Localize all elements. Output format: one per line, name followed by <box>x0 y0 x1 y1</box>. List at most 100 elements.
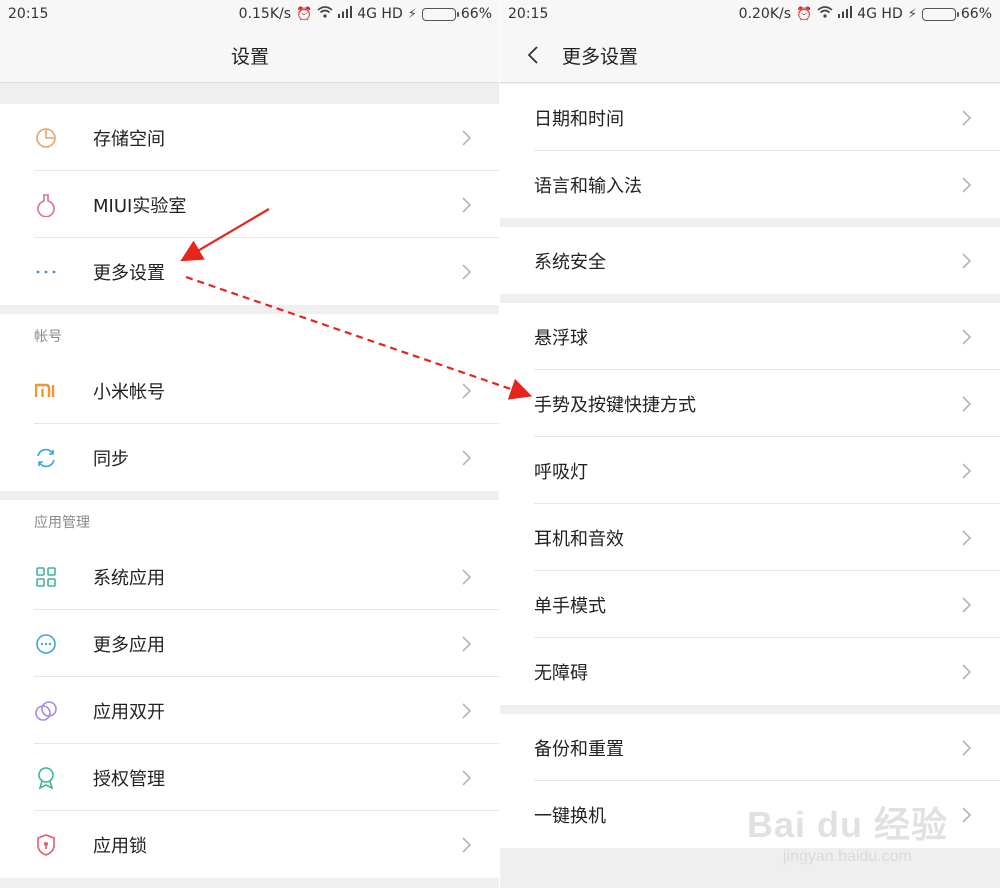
alarm-icon: ⏰ <box>296 6 313 22</box>
more-settings-item-label: 悬浮球 <box>534 327 588 349</box>
settings-item-system-apps[interactable]: 系统应用 <box>0 543 500 610</box>
battery-icon <box>921 7 959 21</box>
more-settings-item[interactable]: 单手模式 <box>500 571 1000 638</box>
chevron-right-icon <box>456 700 478 722</box>
status-time: 20:15 <box>8 6 49 22</box>
baidu-jingyan-watermark: Bai du 经验 jingyan.baidu.com <box>746 804 948 865</box>
settings-item-dual-apps[interactable]: 应用双开 <box>0 677 500 744</box>
page-title: 设置 <box>0 28 500 83</box>
settings-group-apps: 系统应用 更多应用 应用双开 授权管理 应用锁 <box>0 543 500 878</box>
charging-icon: ⚡ <box>407 6 417 22</box>
chevron-right-icon <box>956 804 978 826</box>
settings-item-label: 同步 <box>93 448 129 470</box>
more-settings-item[interactable]: 语言和输入法 <box>500 151 1000 218</box>
settings-group-device: 存储空间 MIUI实验室 更多设置 <box>0 104 500 305</box>
settings-item-label: 应用锁 <box>93 835 147 857</box>
network-speed: 0.20K/s <box>738 6 792 22</box>
signal-icon <box>838 6 853 22</box>
more-settings-item[interactable]: 日期和时间 <box>500 84 1000 151</box>
more-settings-item[interactable]: 系统安全 <box>500 227 1000 294</box>
settings-item-label: MIUI实验室 <box>93 195 187 217</box>
more-settings-item-label: 系统安全 <box>534 251 606 273</box>
settings-item-storage[interactable]: 存储空间 <box>0 104 500 171</box>
more-settings-group: 日期和时间语言和输入法 <box>500 84 1000 218</box>
more-settings-item[interactable]: 呼吸灯 <box>500 437 1000 504</box>
more-settings-item[interactable]: 悬浮球 <box>500 303 1000 370</box>
settings-item-label: 小米帐号 <box>93 381 165 403</box>
more-apps-icon <box>34 632 58 656</box>
chevron-right-icon <box>456 834 478 856</box>
settings-item-mi-account[interactable]: 小米帐号 <box>0 357 500 424</box>
wifi-icon <box>817 6 833 22</box>
settings-item-label: 更多应用 <box>93 634 165 656</box>
chevron-right-icon <box>456 194 478 216</box>
more-settings-item-label: 手势及按键快捷方式 <box>534 394 696 416</box>
status-time: 20:15 <box>508 6 549 22</box>
more-settings-item-label: 耳机和音效 <box>534 528 624 550</box>
chevron-right-icon <box>456 767 478 789</box>
settings-item-miui-lab[interactable]: MIUI实验室 <box>0 171 500 238</box>
network-type: 4G HD <box>857 6 903 22</box>
more-dots-icon <box>34 260 58 284</box>
chevron-right-icon <box>956 460 978 482</box>
more-settings-item[interactable]: 耳机和音效 <box>500 504 1000 571</box>
chevron-right-icon <box>456 127 478 149</box>
charging-icon: ⚡ <box>907 6 917 22</box>
title-bar: 更多设置 <box>500 28 1000 83</box>
lab-flask-icon <box>34 193 58 217</box>
settings-screen: 20:15 0.15K/s ⏰ 4G HD ⚡ 66% 设置 存储空间 MIUI… <box>0 0 500 888</box>
battery-percent: 66% <box>960 6 992 22</box>
settings-list: 存储空间 MIUI实验室 更多设置 帐号 小米帐号 同步 应用管理 系统应用 更… <box>0 104 500 878</box>
signal-icon <box>338 6 353 22</box>
settings-item-permissions[interactable]: 授权管理 <box>0 744 500 811</box>
chevron-right-icon <box>456 380 478 402</box>
settings-item-more-settings[interactable]: 更多设置 <box>0 238 500 305</box>
mi-logo-icon <box>34 379 58 403</box>
battery-percent: 66% <box>460 6 492 22</box>
more-settings-item[interactable]: 无障碍 <box>500 638 1000 705</box>
wifi-icon <box>317 6 333 22</box>
permission-badge-icon <box>34 766 58 790</box>
page-title: 更多设置 <box>562 45 639 68</box>
chevron-right-icon <box>956 250 978 272</box>
more-settings-screen: 20:15 0.20K/s ⏰ 4G HD ⚡ 66% 更多设置 日期和时间语言… <box>500 0 1000 888</box>
more-settings-group: 悬浮球手势及按键快捷方式 呼吸灯耳机和音效单手模式无障碍 <box>500 303 1000 705</box>
back-arrow-icon[interactable] <box>518 40 548 70</box>
chevron-right-icon <box>956 393 978 415</box>
chevron-right-icon <box>956 527 978 549</box>
network-type: 4G HD <box>357 6 403 22</box>
dual-apps-icon <box>34 699 58 723</box>
chevron-right-icon <box>956 107 978 129</box>
settings-item-more-apps[interactable]: 更多应用 <box>0 610 500 677</box>
sync-icon <box>34 446 58 470</box>
chevron-right-icon <box>956 661 978 683</box>
settings-item-label: 更多设置 <box>93 262 165 284</box>
app-lock-shield-icon <box>34 833 58 857</box>
grid-apps-icon <box>34 565 58 589</box>
more-settings-item-label: 呼吸灯 <box>534 461 588 483</box>
settings-group-account: 小米帐号 同步 <box>0 357 500 491</box>
settings-item-app-lock[interactable]: 应用锁 <box>0 811 500 878</box>
more-settings-item[interactable]: 手势及按键快捷方式 <box>500 370 1000 437</box>
chevron-right-icon <box>456 566 478 588</box>
chevron-right-icon <box>956 594 978 616</box>
status-bar: 20:15 0.20K/s ⏰ 4G HD ⚡ 66% <box>500 0 1000 28</box>
more-settings-list: 日期和时间语言和输入法 系统安全 悬浮球手势及按键快捷方式 呼吸灯耳机和音效单手模… <box>500 84 1000 848</box>
more-settings-item-label: 单手模式 <box>534 595 606 617</box>
chevron-right-icon <box>456 447 478 469</box>
settings-item-sync[interactable]: 同步 <box>0 424 500 491</box>
network-speed: 0.15K/s <box>238 6 292 22</box>
chevron-right-icon <box>956 326 978 348</box>
chevron-right-icon <box>956 174 978 196</box>
alarm-icon: ⏰ <box>796 6 813 22</box>
settings-item-label: 授权管理 <box>93 768 165 790</box>
section-header-account: 帐号 <box>0 314 500 357</box>
more-settings-item-label: 日期和时间 <box>534 108 624 130</box>
chevron-right-icon <box>456 261 478 283</box>
status-bar: 20:15 0.15K/s ⏰ 4G HD ⚡ 66% <box>0 0 500 28</box>
settings-item-label: 存储空间 <box>93 128 165 150</box>
more-settings-item[interactable]: 备份和重置 <box>500 714 1000 781</box>
settings-item-label: 系统应用 <box>93 567 165 589</box>
more-settings-item-label: 语言和输入法 <box>534 175 642 197</box>
more-settings-group: 系统安全 <box>500 227 1000 294</box>
